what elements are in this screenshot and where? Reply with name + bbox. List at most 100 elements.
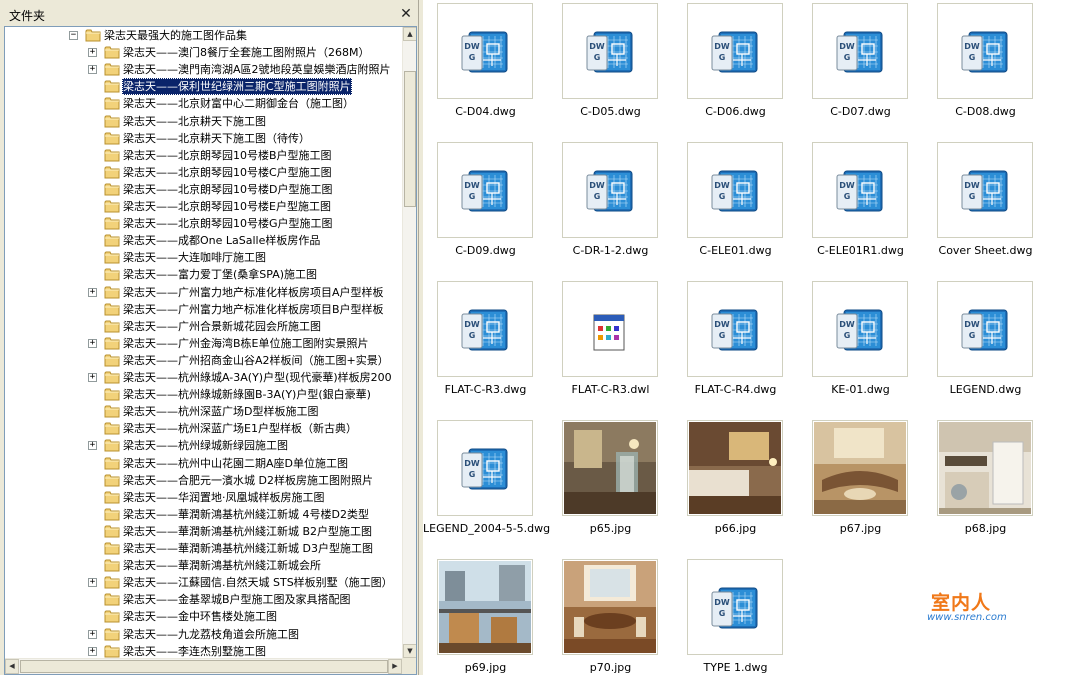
expand-icon[interactable]: +: [88, 287, 97, 297]
tree-item[interactable]: + 梁志天——杭州绿城新绿园施工图: [5, 437, 402, 454]
file-tile[interactable]: DW G Cover Sheet.dwg: [923, 142, 1048, 277]
tree-item[interactable]: 梁志天——北京财富中心二期御金台（施工图）: [5, 95, 402, 112]
file-tile[interactable]: p68.jpg: [923, 420, 1048, 555]
file-name: C-D04.dwg: [455, 105, 516, 118]
scroll-thumb[interactable]: [404, 71, 416, 207]
file-tile[interactable]: DW G C-ELE01.dwg: [673, 142, 798, 277]
expand-icon[interactable]: +: [88, 373, 97, 382]
tree-item[interactable]: 梁志天——杭州綠城新綠園B-3A(Y)户型(銀白豪華): [5, 386, 402, 403]
file-tile[interactable]: DW G C-D05.dwg: [548, 3, 673, 138]
file-thumbnail: [812, 420, 908, 516]
file-tile[interactable]: DW G C-D04.dwg: [423, 3, 548, 138]
file-tile[interactable]: DW G TYPE 1.dwg: [673, 559, 798, 675]
svg-text:DW: DW: [464, 320, 480, 329]
tree-item[interactable]: 梁志天——杭州深蓝广场D型样板施工图: [5, 403, 402, 420]
vertical-scrollbar[interactable]: ▲ ▼: [402, 27, 416, 658]
svg-text:G: G: [469, 470, 476, 479]
svg-text:DW: DW: [464, 181, 480, 190]
file-tile[interactable]: p65.jpg: [548, 420, 673, 555]
folder-icon: [104, 63, 120, 76]
file-thumbnail: DW G: [437, 281, 533, 377]
tree-item[interactable]: + 梁志天——李连杰别墅施工图: [5, 643, 402, 658]
tree-item[interactable]: + 梁志天——九龙荔枝角道会所施工图: [5, 626, 402, 643]
folder-tree[interactable]: − 梁志天最强大的施工图作品集 + 梁志天——澳门8餐厅全套施工图附照片（268M） +…: [4, 26, 417, 675]
tree-item[interactable]: 梁志天——成都One LaSalle样板房作品: [5, 232, 402, 249]
expand-icon[interactable]: +: [88, 441, 97, 451]
file-tile[interactable]: DW G C-D09.dwg: [423, 142, 548, 277]
scroll-down-icon[interactable]: ▼: [403, 644, 416, 658]
file-name: LEGEND.dwg: [949, 383, 1022, 396]
file-tile[interactable]: DW G C-D08.dwg: [923, 3, 1048, 138]
svg-text:G: G: [844, 192, 851, 201]
tree-item[interactable]: 梁志天——華潤新鴻基杭州綫江新城会所: [5, 557, 402, 574]
tree-item[interactable]: 梁志天——金中环售楼处施工图: [5, 608, 402, 625]
tree-item[interactable]: 梁志天——金基翠城B户型施工图及家具搭配图: [5, 591, 402, 608]
file-tile[interactable]: DW G C-D07.dwg: [798, 3, 923, 138]
tree-item[interactable]: + 梁志天——澳門南湾湖A區2號地段英皇娛樂酒店附照片: [5, 61, 402, 78]
file-tile[interactable]: DW G C-D06.dwg: [673, 3, 798, 138]
scroll-up-icon[interactable]: ▲: [403, 27, 416, 41]
expand-icon[interactable]: +: [88, 65, 97, 75]
svg-text:DW: DW: [714, 181, 730, 190]
tree-item-label: 梁志天——富力爱丁堡(桑拿SPA)施工图: [123, 268, 318, 282]
tree-item[interactable]: 梁志天——華潤新鴻基杭州綫江新城 B2户型施工图: [5, 523, 402, 540]
tree-item[interactable]: + 梁志天——广州金海湾B栋E单位施工图附实景照片: [5, 335, 402, 352]
tree-item-label: 梁志天——广州招商金山谷A2样板间（施工图+实景）: [123, 353, 389, 367]
scroll-right-icon[interactable]: ▶: [388, 659, 402, 674]
file-tile[interactable]: FLAT-C-R3.dwl: [548, 281, 673, 416]
horizontal-scrollbar[interactable]: ◀ ▶: [5, 658, 402, 674]
tree-item-selected[interactable]: 梁志天——保利世纪绿洲三期C型施工图附照片: [5, 78, 402, 96]
tree-item[interactable]: 梁志天——北京朗琴园10号楼C户型施工图: [5, 164, 402, 181]
file-tile[interactable]: DW G C-ELE01R1.dwg: [798, 142, 923, 277]
tree-item[interactable]: 梁志天——富力爱丁堡(桑拿SPA)施工图: [5, 266, 402, 283]
tree-item[interactable]: 梁志天——杭州中山花園二期A座D单位施工图: [5, 455, 402, 472]
tree-item[interactable]: 梁志天——杭州深蓝广场E1户型样板（新古典）: [5, 420, 402, 437]
tree-item[interactable]: − 梁志天最强大的施工图作品集: [5, 27, 402, 44]
file-tile[interactable]: DW G KE-01.dwg: [798, 281, 923, 416]
file-tile[interactable]: DW G LEGEND.dwg: [923, 281, 1048, 416]
file-tile[interactable]: p67.jpg: [798, 420, 923, 555]
scroll-thumb-horizontal[interactable]: [20, 660, 388, 673]
file-tile[interactable]: p70.jpg: [548, 559, 673, 675]
svg-text:DW: DW: [464, 459, 480, 468]
file-tile[interactable]: p66.jpg: [673, 420, 798, 555]
expand-icon[interactable]: +: [88, 48, 97, 58]
tree-item-label: 梁志天——保利世纪绿洲三期C型施工图附照片: [122, 78, 352, 96]
tree-item[interactable]: 梁志天——合肥元一濱水城 D2样板房施工图附照片: [5, 472, 402, 489]
tree-item[interactable]: 梁志天——广州招商金山谷A2样板间（施工图+实景）: [5, 352, 402, 369]
tree-item-label: 梁志天——金基翠城B户型施工图及家具搭配图: [123, 593, 351, 607]
tree-item[interactable]: 梁志天——广州富力地产标准化样板房项目B户型样板: [5, 301, 402, 318]
tree-item[interactable]: 梁志天——華潤新鴻基杭州綫江新城 D3户型施工图: [5, 540, 402, 557]
svg-text:G: G: [969, 192, 976, 201]
file-name: FLAT-C-R4.dwg: [694, 383, 777, 396]
tree-item[interactable]: 梁志天——北京朗琴园10号楼D户型施工图: [5, 181, 402, 198]
scroll-left-icon[interactable]: ◀: [5, 659, 19, 674]
tree-item[interactable]: 梁志天——大连咖啡厅施工图: [5, 249, 402, 266]
expand-icon[interactable]: +: [88, 629, 97, 639]
file-tile[interactable]: DW G FLAT-C-R3.dwg: [423, 281, 548, 416]
file-tile[interactable]: DW G FLAT-C-R4.dwg: [673, 281, 798, 416]
tree-item[interactable]: 梁志天——北京朗琴园10号楼G户型施工图: [5, 215, 402, 232]
tree-item[interactable]: 梁志天——華潤新鴻基杭州綫江新城 4号楼D2类型: [5, 506, 402, 523]
tree-item[interactable]: 梁志天——北京朗琴园10号楼E户型施工图: [5, 198, 402, 215]
tree-item[interactable]: 梁志天——北京耕天下施工图: [5, 113, 402, 130]
file-name: p67.jpg: [839, 522, 882, 535]
tree-item[interactable]: + 梁志天——江蘇國信.自然天城 STS样板别墅（施工图）: [5, 574, 402, 591]
expand-icon[interactable]: +: [88, 578, 97, 588]
tree-item[interactable]: + 梁志天——广州富力地产标准化样板房项目A户型样板: [5, 284, 402, 301]
expand-icon[interactable]: +: [88, 646, 97, 656]
file-thumbnail: DW G: [437, 420, 533, 516]
tree-item[interactable]: + 梁志天——杭州綠城A-3A(Y)户型(现代豪華)样板房200: [5, 369, 402, 386]
file-tile[interactable]: DW G LEGEND_2004-5-5.dwg: [423, 420, 550, 555]
tree-item[interactable]: 梁志天——北京朗琴园10号楼B户型施工图: [5, 147, 402, 164]
file-tile[interactable]: DW G C-DR-1-2.dwg: [548, 142, 673, 277]
close-icon[interactable]: ✕: [398, 6, 414, 22]
tree-item[interactable]: 梁志天——广州合景新城花园会所施工图: [5, 318, 402, 335]
file-thumbnail: DW G: [937, 142, 1033, 238]
tree-item[interactable]: 梁志天——华润置地·凤凰城样板房施工图: [5, 489, 402, 506]
expand-icon[interactable]: +: [88, 338, 97, 348]
tree-item[interactable]: 梁志天——北京耕天下施工图（待传）: [5, 130, 402, 147]
tree-item[interactable]: + 梁志天——澳门8餐厅全套施工图附照片（268M）: [5, 44, 402, 61]
collapse-icon[interactable]: −: [69, 31, 78, 40]
file-tile[interactable]: p69.jpg: [423, 559, 548, 675]
